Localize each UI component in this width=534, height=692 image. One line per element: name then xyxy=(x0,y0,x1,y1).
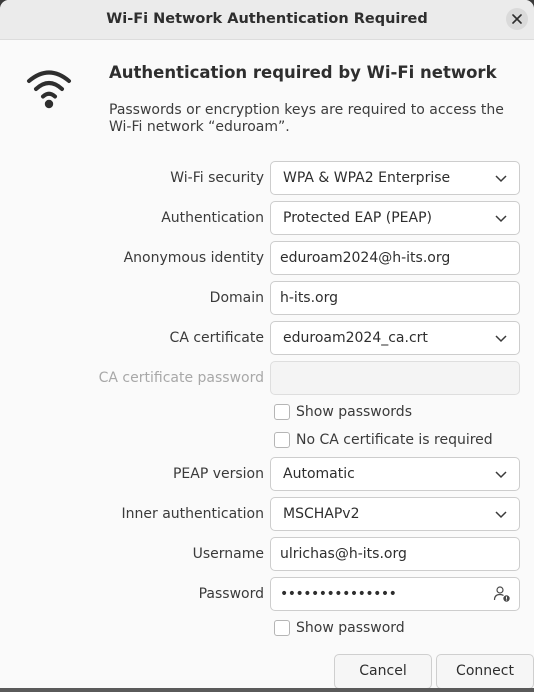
window-title: Wi-Fi Network Authentication Required xyxy=(106,11,428,27)
show-passwords-option[interactable]: Show passwords xyxy=(274,403,412,421)
chevron-down-icon xyxy=(495,511,507,519)
anonymous-identity-input[interactable]: eduroam2024@h-its.org xyxy=(270,241,520,275)
inner-authentication-row: Inner authentication MSCHAPv2 xyxy=(0,497,534,531)
chevron-down-icon xyxy=(495,471,507,479)
domain-value: h-its.org xyxy=(280,290,339,306)
ca-certificate-value: eduroam2024_ca.crt xyxy=(283,330,428,346)
no-ca-required-checkbox[interactable] xyxy=(274,432,290,448)
anonymous-identity-row: Anonymous identity eduroam2024@h-its.org xyxy=(0,241,534,275)
authentication-value: Protected EAP (PEAP) xyxy=(283,210,432,226)
authentication-row: Authentication Protected EAP (PEAP) xyxy=(0,201,534,235)
peap-version-label: PEAP version xyxy=(172,466,264,482)
password-label: Password xyxy=(198,586,264,602)
close-icon xyxy=(512,14,522,24)
no-ca-required-label: No CA certificate is required xyxy=(296,432,493,448)
cancel-button[interactable]: Cancel xyxy=(334,654,432,689)
window-bottom-edge xyxy=(0,688,534,692)
chevron-down-icon xyxy=(495,335,507,343)
ca-certificate-password-label: CA certificate password xyxy=(98,370,264,386)
password-input[interactable]: ••••••••••••••• xyxy=(270,577,520,611)
username-value: ulrichas@h-its.org xyxy=(280,546,407,562)
wifi-security-value: WPA & WPA2 Enterprise xyxy=(283,170,451,186)
no-ca-required-option[interactable]: No CA certificate is required xyxy=(274,431,493,449)
show-password-label: Show password xyxy=(296,620,405,636)
ca-certificate-password-input xyxy=(270,361,520,395)
password-row: Password ••••••••••••••• xyxy=(0,577,534,611)
password-value: ••••••••••••••• xyxy=(280,586,397,602)
inner-authentication-label: Inner authentication xyxy=(121,506,264,522)
peap-version-dropdown[interactable]: Automatic xyxy=(270,457,520,491)
titlebar: Wi-Fi Network Authentication Required xyxy=(0,0,534,40)
peap-version-row: PEAP version Automatic xyxy=(0,457,534,491)
password-storage-icon[interactable] xyxy=(493,585,511,603)
show-passwords-checkbox[interactable] xyxy=(274,404,290,420)
auth-dialog: Wi-Fi Network Authentication Required Au… xyxy=(0,0,534,692)
ca-certificate-row: CA certificate eduroam2024_ca.crt xyxy=(0,321,534,355)
dialog-description: Passwords or encryption keys are require… xyxy=(109,102,504,135)
domain-row: Domain h-its.org xyxy=(0,281,534,315)
authentication-label: Authentication xyxy=(161,210,264,226)
connect-button[interactable]: Connect xyxy=(436,654,534,689)
ca-certificate-label: CA certificate xyxy=(169,330,264,346)
show-passwords-label: Show passwords xyxy=(296,404,412,420)
show-password-checkbox[interactable] xyxy=(274,620,290,636)
domain-input[interactable]: h-its.org xyxy=(270,281,520,315)
ca-certificate-chooser[interactable]: eduroam2024_ca.crt xyxy=(270,321,520,355)
inner-authentication-value: MSCHAPv2 xyxy=(283,506,360,522)
anonymous-identity-value: eduroam2024@h-its.org xyxy=(280,250,451,266)
anonymous-identity-label: Anonymous identity xyxy=(123,250,264,266)
chevron-down-icon xyxy=(495,175,507,183)
domain-label: Domain xyxy=(209,290,264,306)
username-input[interactable]: ulrichas@h-its.org xyxy=(270,537,520,571)
ca-certificate-password-row: CA certificate password xyxy=(0,361,534,395)
dialog-heading: Authentication required by Wi-Fi network xyxy=(109,63,497,82)
wifi-security-dropdown[interactable]: WPA & WPA2 Enterprise xyxy=(270,161,520,195)
show-password-option[interactable]: Show password xyxy=(274,619,405,637)
authentication-dropdown[interactable]: Protected EAP (PEAP) xyxy=(270,201,520,235)
inner-authentication-dropdown[interactable]: MSCHAPv2 xyxy=(270,497,520,531)
peap-version-value: Automatic xyxy=(283,466,355,482)
chevron-down-icon xyxy=(495,215,507,223)
wifi-security-row: Wi-Fi security WPA & WPA2 Enterprise xyxy=(0,161,534,195)
wifi-icon xyxy=(27,70,71,109)
close-button[interactable] xyxy=(506,8,528,30)
username-label: Username xyxy=(192,546,264,562)
username-row: Username ulrichas@h-its.org xyxy=(0,537,534,571)
wifi-security-label: Wi-Fi security xyxy=(170,170,264,186)
